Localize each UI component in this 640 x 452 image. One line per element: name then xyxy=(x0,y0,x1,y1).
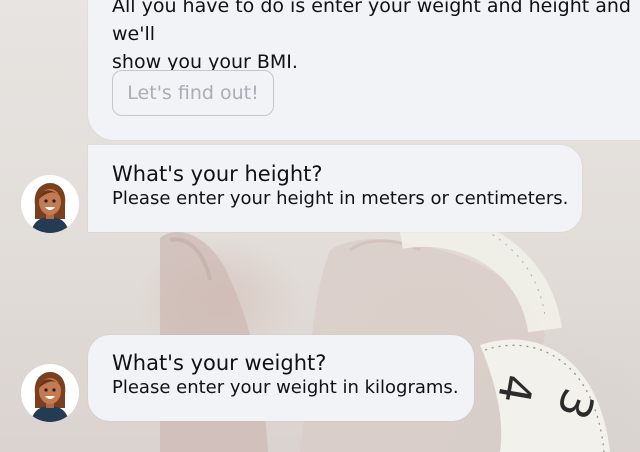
weight-question-subtitle: Please enter your weight in kilograms. xyxy=(112,377,459,398)
tape-digit-4: 4 xyxy=(487,371,542,407)
intro-message-bubble: All you have to do is enter your weight … xyxy=(88,0,640,140)
woman-avatar-icon xyxy=(31,372,69,422)
assistant-avatar xyxy=(21,175,79,233)
weight-question-title: What's your weight? xyxy=(112,351,327,375)
lets-find-out-button[interactable]: Let's find out! xyxy=(112,70,274,116)
height-question-bubble: What's your height? Please enter your he… xyxy=(88,145,582,232)
weight-question-bubble: What's your weight? Please enter your we… xyxy=(88,335,474,421)
woman-avatar-icon xyxy=(31,183,69,233)
tape-digit-3: 3 xyxy=(546,382,604,426)
intro-text-line-1: All you have to do is enter your weight … xyxy=(112,0,631,45)
assistant-avatar xyxy=(21,364,79,422)
height-question-subtitle: Please enter your height in meters or ce… xyxy=(112,188,569,209)
height-question-title: What's your height? xyxy=(112,162,323,186)
